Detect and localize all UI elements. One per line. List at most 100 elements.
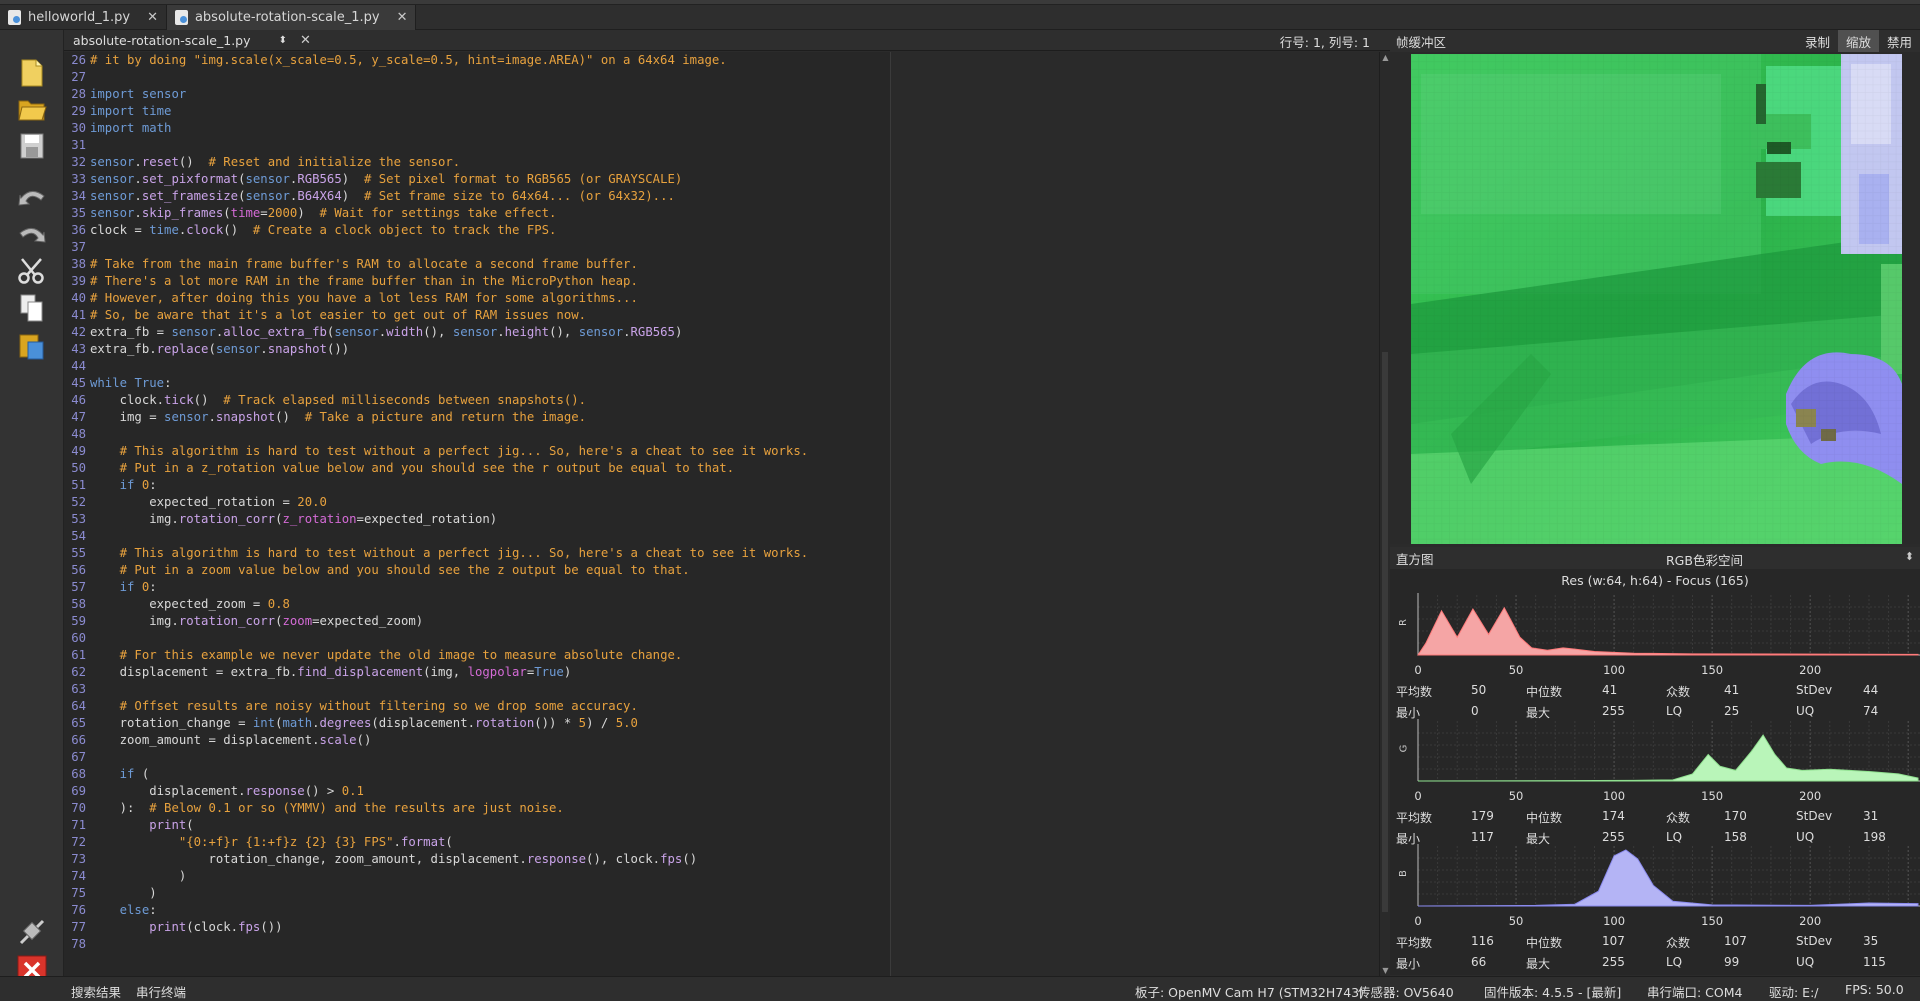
code-line[interactable]: 68 if ( [64, 766, 808, 783]
code-line[interactable]: 33 sensor.set_pixformat(sensor.RGB565) # … [64, 171, 808, 188]
code-line[interactable]: 27 [64, 69, 808, 86]
updown-arrows-icon[interactable]: ⬍ [1905, 550, 1914, 563]
code-line[interactable]: 71 print( [64, 817, 808, 834]
code-line[interactable]: 55 # This algorithm is hard to test with… [64, 545, 808, 562]
code-line[interactable]: 51 if 0: [64, 477, 808, 494]
code-line[interactable]: 53 img.rotation_corr(z_rotation=expected… [64, 511, 808, 528]
code-line[interactable]: 64 # Offset results are noisy without fi… [64, 698, 808, 715]
code-line[interactable]: 36 clock = time.clock() # Create a clock … [64, 222, 808, 239]
connect-icon[interactable] [14, 916, 50, 948]
code-line[interactable]: 42 extra_fb = sensor.alloc_extra_fb(senso… [64, 324, 808, 341]
code-line[interactable]: 52 expected_rotation = 20.0 [64, 494, 808, 511]
code-line[interactable]: 29 import time [64, 103, 808, 120]
tick-label: 0 [1414, 663, 1422, 677]
scrollbar-thumb[interactable] [1382, 352, 1388, 912]
line-number: 62 [71, 665, 86, 679]
file-selector[interactable]: absolute-rotation-scale_1.py ⬍ [70, 31, 290, 49]
code-line[interactable]: 38 # Take from the main frame buffer's RA… [64, 256, 808, 273]
scroll-down-icon[interactable]: ▼ [1381, 966, 1390, 975]
code-token: int [252, 716, 276, 730]
stat-label: 众数 [1666, 936, 1691, 950]
code-line[interactable]: 56 # Put in a zoom value below and you s… [64, 562, 808, 579]
line-number: 60 [71, 631, 86, 645]
code-line[interactable]: 67 [64, 749, 808, 766]
code-line[interactable]: 39 # There's a lot more RAM in the frame … [64, 273, 808, 290]
code-line[interactable]: 46 clock.tick() # Track elapsed millisec… [64, 392, 808, 409]
code-line[interactable]: 66 zoom_amount = displacement.scale() [64, 732, 808, 749]
code-line[interactable]: 73 rotation_change, zoom_amount, displac… [64, 851, 808, 868]
code-line[interactable]: 34 sensor.set_framesize(sensor.B64X64) # … [64, 188, 808, 205]
code-line[interactable]: 44 [64, 358, 808, 375]
code-line[interactable]: 75 ) [64, 885, 808, 902]
code-line[interactable]: 77 print(clock.fps()) [64, 919, 808, 936]
redo-icon[interactable] [14, 217, 50, 249]
code-token: set_pixformat [141, 172, 239, 186]
code-line[interactable]: 59 img.rotation_corr(zoom=expected_zoom) [64, 613, 808, 630]
code-line[interactable]: 58 expected_zoom = 0.8 [64, 596, 808, 613]
code-line[interactable]: 48 [64, 426, 808, 443]
paste-icon[interactable] [14, 330, 50, 362]
code-line[interactable]: 62 displacement = extra_fb.find_displace… [64, 664, 808, 681]
code-line[interactable]: 54 [64, 528, 808, 545]
line-number: 44 [71, 359, 86, 373]
python-file-icon [174, 10, 188, 25]
code-line[interactable]: 40 # However, after doing this you have a… [64, 290, 808, 307]
disable-button[interactable]: 禁用 [1879, 30, 1920, 52]
code-line[interactable]: 32 sensor.reset() # Reset and initialize … [64, 154, 808, 171]
code-line[interactable]: 41 # So, be aware that it's a lot easier … [64, 307, 808, 324]
stat-label: 中位数 [1526, 685, 1563, 699]
close-icon[interactable]: ✕ [147, 10, 158, 25]
code-line[interactable]: 26 # it by doing "img.scale(x_scale=0.5, … [64, 52, 808, 69]
save-icon[interactable] [14, 130, 50, 162]
code-line[interactable]: 57 if 0: [64, 579, 808, 596]
copy-icon[interactable] [14, 292, 50, 324]
code-line[interactable]: 49 # This algorithm is hard to test with… [64, 443, 808, 460]
close-file-icon[interactable]: ✕ [300, 33, 311, 48]
code-line[interactable]: 60 [64, 630, 808, 647]
code-line[interactable]: 50 # Put in a z_rotation value below and… [64, 460, 808, 477]
tab-absolute-rotation-scale[interactable]: absolute-rotation-scale_1.py ✕ [166, 5, 417, 30]
scroll-up-icon[interactable]: ▲ [1381, 53, 1390, 62]
code-line[interactable]: 61 # For this example we never update th… [64, 647, 808, 664]
firmware-info[interactable]: 固件版本: 4.5.5 - [最新] [1484, 982, 1621, 1001]
record-button[interactable]: 录制 [1797, 30, 1838, 52]
tab-helloworld[interactable]: helloworld_1.py ✕ [0, 5, 167, 30]
code-line[interactable]: 72 "{0:+f}r {1:+f}z {2} {3} FPS".format( [64, 834, 808, 851]
code-line[interactable]: 35 sensor.skip_frames(time=2000) # Wait f… [64, 205, 808, 222]
code-line[interactable]: 65 rotation_change = int(math.degrees(di… [64, 715, 808, 732]
code-line[interactable]: 76 else: [64, 902, 808, 919]
open-folder-icon[interactable] [14, 93, 50, 125]
code-line[interactable]: 45 while True: [64, 375, 808, 392]
line-number: 41 [71, 308, 86, 322]
cut-icon[interactable] [14, 255, 50, 287]
close-icon[interactable]: ✕ [397, 10, 408, 25]
code-token: ()) [260, 920, 283, 934]
undo-icon[interactable] [14, 180, 50, 212]
code-line[interactable]: 31 [64, 137, 808, 154]
code-line[interactable]: 78 [64, 936, 808, 953]
new-file-icon[interactable] [14, 57, 50, 89]
zoom-button[interactable]: 缩放 [1837, 30, 1879, 52]
code-line[interactable]: 63 [64, 681, 808, 698]
code-line[interactable]: 74 ) [64, 868, 808, 885]
line-number: 47 [71, 410, 86, 424]
code-line[interactable]: 37 [64, 239, 808, 256]
code-line[interactable]: 70 ): # Below 0.1 or so (YMMV) and the r… [64, 800, 808, 817]
code-editor[interactable]: 26 # it by doing "img.scale(x_scale=0.5, … [64, 52, 1390, 976]
code-line[interactable]: 43 extra_fb.replace(sensor.snapshot()) [64, 341, 808, 358]
code-line[interactable]: 47 img = sensor.snapshot() # Take a pict… [64, 409, 808, 426]
code-line[interactable]: 30 import math [64, 120, 808, 137]
code-line[interactable]: 69 displacement.response() > 0.1 [64, 783, 808, 800]
code-token: snapshot [267, 342, 327, 356]
line-number: 64 [71, 699, 86, 713]
serial-terminal-tab[interactable]: 串行终端 [136, 982, 186, 1001]
code-line[interactable]: 28 import sensor [64, 86, 808, 103]
colorspace-select[interactable]: RGB色彩空间 [1666, 550, 1743, 569]
editor-scrollbar[interactable]: ▲ ▼ [1379, 52, 1390, 976]
code-lines[interactable]: 26 # it by doing "img.scale(x_scale=0.5, … [64, 52, 808, 953]
line-number: 52 [71, 495, 86, 509]
search-results-tab[interactable]: 搜索结果 [71, 982, 121, 1001]
line-number: 72 [71, 835, 86, 849]
